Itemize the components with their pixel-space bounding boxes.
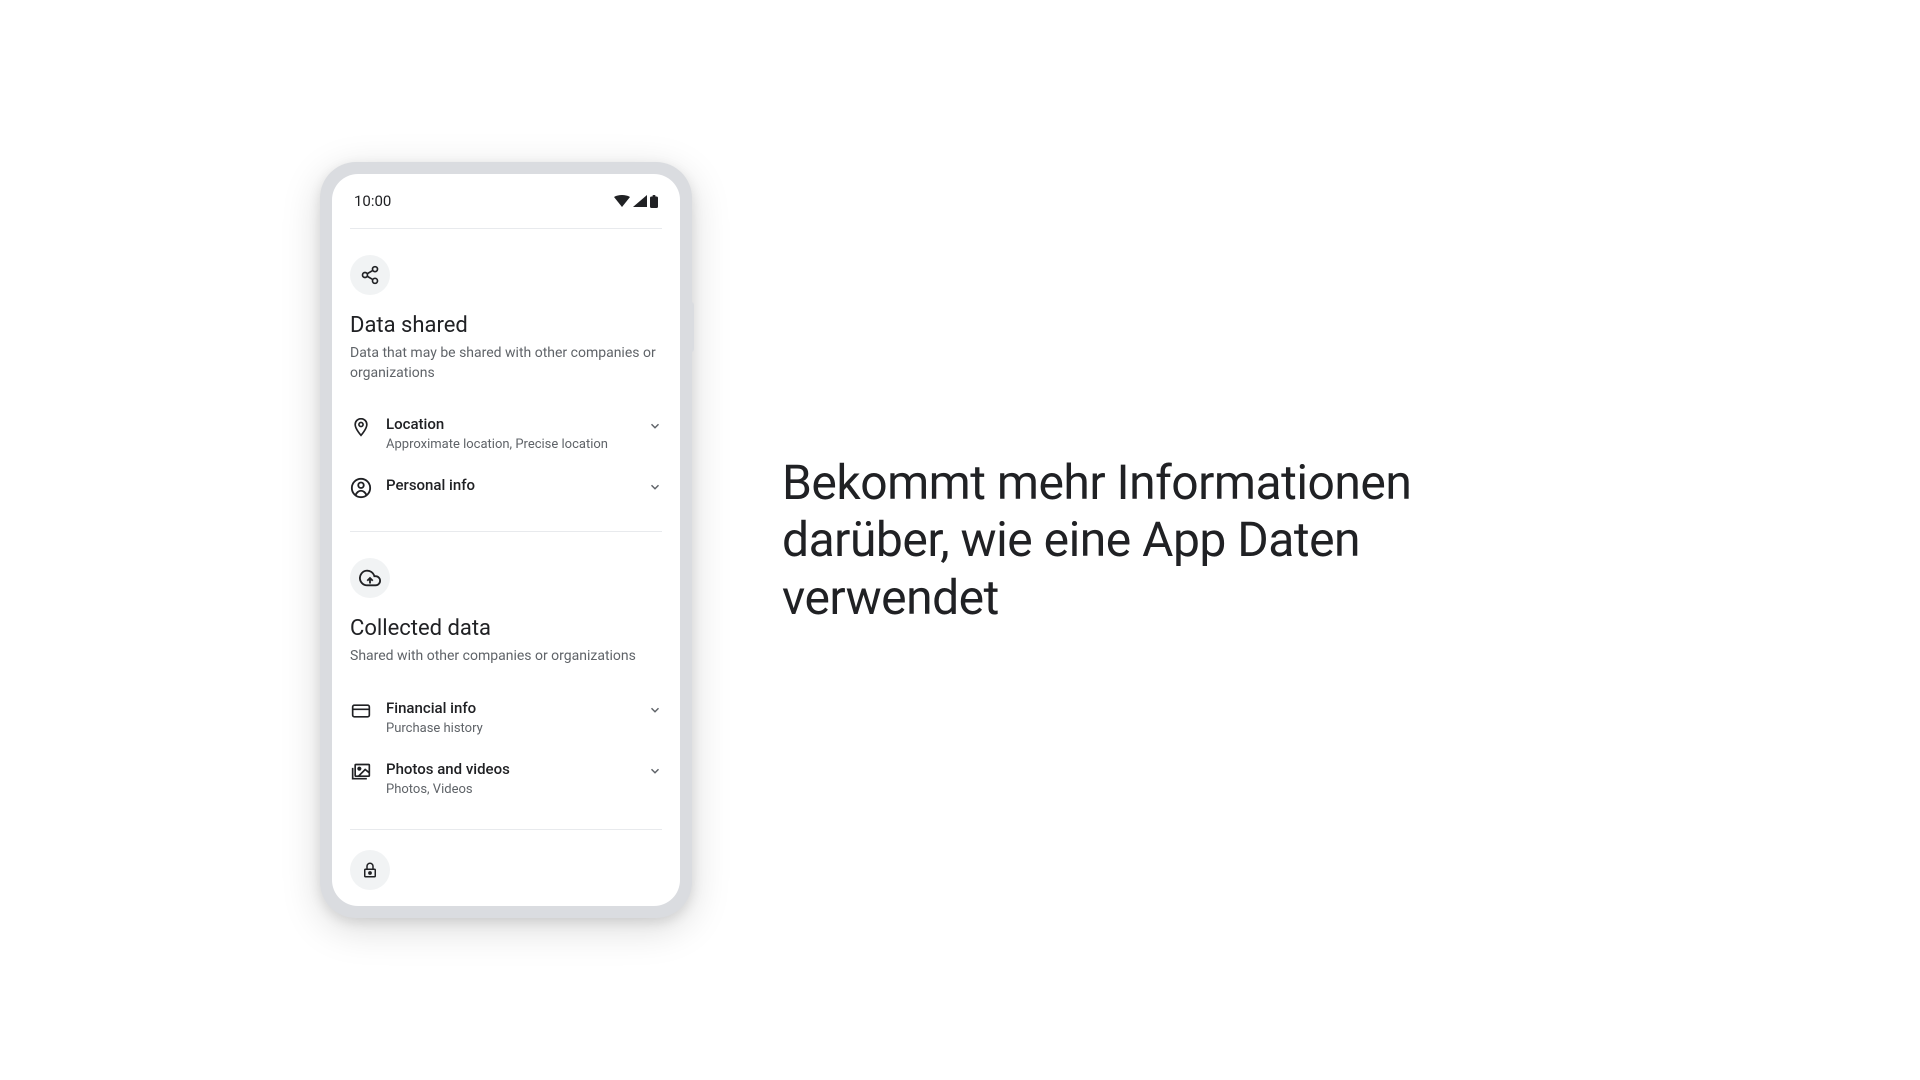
photos-videos-title: Photos and videos: [386, 760, 634, 778]
location-subtitle: Approximate location, Precise location: [386, 437, 634, 452]
collected-data-subtitle: Shared with other companies or organizat…: [350, 647, 662, 667]
wifi-icon: [614, 195, 630, 207]
phone-frame: 10:00 Data shared: [320, 162, 692, 918]
photos-videos-item[interactable]: Photos and videos Photos, Videos: [350, 748, 662, 809]
media-library-icon: [350, 761, 372, 783]
location-item[interactable]: Location Approximate location, Precise l…: [350, 403, 662, 464]
photos-videos-subtitle: Photos, Videos: [386, 782, 634, 797]
chevron-down-icon: [648, 480, 662, 494]
collected-data-section: Collected data Shared with other compani…: [350, 531, 662, 829]
signal-icon: [633, 195, 647, 207]
data-shared-subtitle: Data that may be shared with other compa…: [350, 344, 662, 383]
content-area[interactable]: Data shared Data that may be shared with…: [332, 229, 680, 906]
cloud-upload-icon: [359, 567, 381, 589]
data-shared-title: Data shared: [350, 313, 662, 338]
chevron-down-icon: [648, 703, 662, 717]
chevron-down-icon: [648, 764, 662, 778]
financial-info-title: Financial info: [386, 699, 634, 717]
location-content: Location Approximate location, Precise l…: [386, 415, 634, 452]
cloud-icon-circle: [350, 558, 390, 598]
data-shared-section: Data shared Data that may be shared with…: [350, 229, 662, 531]
battery-icon: [650, 195, 658, 208]
personal-info-item[interactable]: Personal info: [350, 464, 662, 511]
location-icon: [350, 416, 372, 438]
status-bar: 10:00: [332, 174, 680, 222]
financial-info-item[interactable]: Financial info Purchase history: [350, 687, 662, 748]
marketing-headline: Bekommt mehr Informationen darüber, wie …: [782, 454, 1482, 627]
lock-icon: [361, 861, 379, 879]
phone-screen: 10:00 Data shared: [332, 174, 680, 906]
personal-info-content: Personal info: [386, 476, 634, 498]
collected-data-title: Collected data: [350, 616, 662, 641]
status-icons: [614, 195, 658, 208]
security-section: [350, 829, 662, 906]
location-title: Location: [386, 415, 634, 433]
chevron-down-icon: [648, 419, 662, 433]
financial-info-subtitle: Purchase history: [386, 721, 634, 736]
share-icon-circle: [350, 255, 390, 295]
credit-card-icon: [350, 700, 372, 722]
phone-power-button: [690, 302, 694, 352]
lock-icon-circle: [350, 850, 390, 890]
status-time: 10:00: [354, 192, 391, 210]
photos-videos-content: Photos and videos Photos, Videos: [386, 760, 634, 797]
person-icon: [350, 477, 372, 499]
financial-info-content: Financial info Purchase history: [386, 699, 634, 736]
personal-info-title: Personal info: [386, 476, 634, 494]
share-icon: [360, 265, 380, 285]
